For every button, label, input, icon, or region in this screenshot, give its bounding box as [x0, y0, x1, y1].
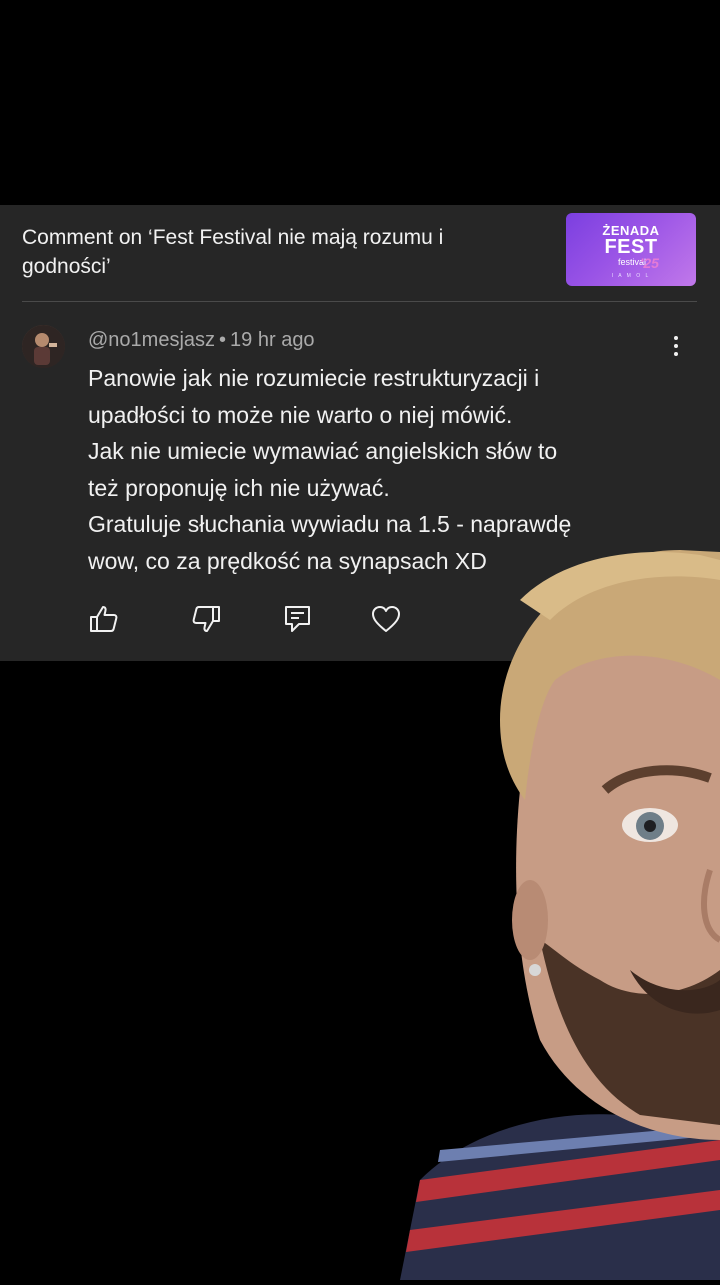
- reactor-person-image: [380, 540, 720, 1280]
- comment-meta: @no1mesjasz • 19 hr ago: [88, 327, 315, 353]
- comment-line: też proponuję ich nie używać.: [88, 474, 390, 501]
- comment-actions: [88, 603, 418, 639]
- person-illustration: [400, 550, 720, 1280]
- thumb-down-icon[interactable]: [190, 603, 222, 635]
- avatar-image: [22, 325, 65, 368]
- thumbnail-text-main: FEST: [604, 236, 658, 258]
- reply-icon[interactable]: [282, 603, 314, 635]
- comment-author[interactable]: @no1mesjasz: [88, 329, 215, 351]
- header-divider: [22, 301, 697, 302]
- comment-time: 19 hr ago: [230, 329, 315, 351]
- comment-line: upadłości to może nie warto o niej mówić…: [88, 401, 513, 428]
- thumb-up-icon[interactable]: [88, 603, 120, 635]
- comment-line: Panowie jak nie rozumiecie restrukturyza…: [88, 365, 540, 391]
- video-thumbnail[interactable]: ŻENADA FEST festival '25 I A M O L: [566, 213, 696, 286]
- thumbnail-text-year: '25: [640, 255, 659, 271]
- avatar[interactable]: [22, 325, 65, 368]
- thumbnail-text-bottom: I A M O L: [611, 273, 651, 279]
- meta-separator: •: [219, 329, 227, 351]
- comment-line: Jak nie umiecie wymawiać angielskich słó…: [88, 438, 558, 465]
- more-vertical-icon[interactable]: [664, 333, 688, 361]
- comment-header-title: Comment on ‘Fest Festival nie mają rozum…: [22, 226, 444, 278]
- comment-line: Gratuluje słuchania wywiadu na 1.5 - nap…: [88, 511, 572, 538]
